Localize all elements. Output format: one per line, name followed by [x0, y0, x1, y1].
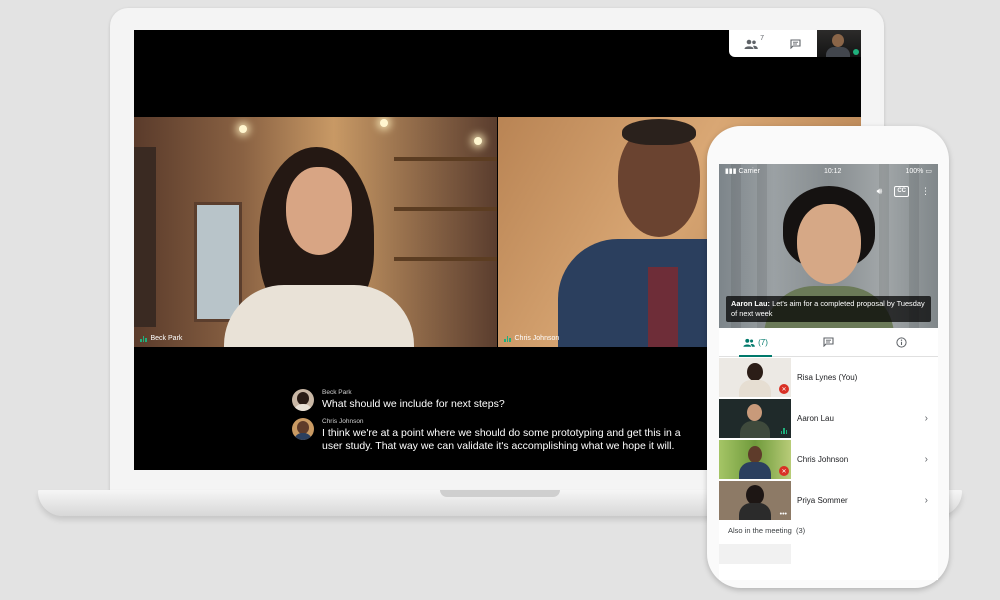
chevron-right-icon[interactable]: ›	[925, 454, 928, 465]
phone-tab-bar: (7)	[719, 328, 938, 357]
battery-label: 100% ▭	[905, 168, 932, 175]
participant-name: Risa Lynes (You)	[797, 373, 858, 382]
self-view-thumbnail[interactable]	[817, 30, 861, 57]
list-item[interactable]: ••• Priya Sommer ›	[719, 480, 938, 521]
avatar: ✕	[719, 358, 791, 397]
mic-off-icon: ✕	[779, 384, 789, 394]
video-tile-beck-park[interactable]: Beck Park	[134, 117, 497, 347]
caption-entry: Chris Johnson I think we're at a point w…	[292, 418, 682, 453]
tab-people[interactable]: (7)	[719, 328, 792, 357]
list-item[interactable]: Aaron Lau ›	[719, 398, 938, 439]
avatar	[719, 399, 791, 438]
caption-speaker: Beck Park	[322, 389, 352, 396]
chat-icon	[823, 337, 834, 347]
live-caption: Aaron Lau: Let's aim for a completed pro…	[726, 296, 931, 322]
clock: 10:12	[823, 167, 842, 175]
caption-entry: Beck Park What should we include for nex…	[292, 389, 505, 411]
list-item	[719, 544, 791, 564]
status-bar: ▮▮▮ Carrier 10:12 100% ▭	[719, 164, 938, 178]
tile-name-label: Chris Johnson	[504, 335, 559, 342]
participant-name: Chris Johnson	[797, 455, 849, 464]
people-icon	[743, 338, 755, 347]
phone-main-video[interactable]: ▮▮▮ Carrier 10:12 100% ▭ 🔊︎ CC ⋮ Aaron L…	[719, 164, 938, 328]
laptop-notch	[440, 490, 560, 497]
participant-name: Priya Sommer	[797, 496, 848, 505]
avatar	[292, 389, 314, 411]
caption-text: What should we include for next steps?	[322, 398, 505, 410]
list-item[interactable]: ✕ Risa Lynes (You)	[719, 357, 938, 398]
more-options-icon[interactable]: ⋮	[921, 186, 930, 197]
chevron-right-icon[interactable]: ›	[925, 495, 928, 506]
audio-level-icon	[140, 335, 147, 342]
people-icon	[744, 39, 758, 49]
captions-icon[interactable]: CC	[894, 186, 909, 197]
carrier-label: ▮▮▮ Carrier	[725, 168, 760, 175]
caption-speaker: Chris Johnson	[322, 418, 364, 425]
avatar: •••	[719, 481, 791, 520]
phone-frame: ▮▮▮ Carrier 10:12 100% ▭ 🔊︎ CC ⋮ Aaron L…	[707, 126, 949, 588]
also-in-meeting-header: Also in the meeting (3)	[728, 526, 806, 535]
chat-button[interactable]	[773, 30, 817, 57]
avatar	[292, 418, 314, 440]
video-controls: 🔊︎ CC ⋮	[877, 186, 930, 197]
people-button[interactable]: 7	[729, 30, 773, 57]
tab-chat[interactable]	[792, 328, 865, 356]
avatar: ✕	[719, 440, 791, 479]
audio-level-icon	[504, 335, 511, 342]
more-icon: •••	[779, 511, 787, 518]
tile-name-text: Chris Johnson	[514, 335, 560, 342]
people-count: (7)	[758, 337, 768, 347]
chevron-right-icon[interactable]: ›	[925, 413, 928, 424]
participant-name: Aaron Lau	[797, 414, 834, 423]
battery-icon: ▭	[925, 168, 932, 175]
info-icon	[896, 336, 907, 348]
tab-info[interactable]	[865, 328, 938, 356]
signal-icon: ▮▮▮	[725, 168, 737, 175]
tile-name-label: Beck Park	[140, 335, 182, 342]
participant-list: ✕ Risa Lynes (You) Aaron Lau › ✕ Chris J…	[719, 357, 938, 521]
list-item[interactable]: ✕ Chris Johnson ›	[719, 439, 938, 480]
tile-name-text: Beck Park	[150, 335, 183, 342]
caption-speaker: Aaron Lau:	[731, 299, 771, 308]
audio-level-icon	[780, 428, 787, 434]
caption-text: I think we're at a point where we should…	[322, 427, 681, 452]
chat-icon	[789, 38, 801, 49]
participant-count: 7	[760, 35, 764, 42]
phone-screen: ▮▮▮ Carrier 10:12 100% ▭ 🔊︎ CC ⋮ Aaron L…	[719, 164, 938, 580]
mic-off-icon: ✕	[779, 466, 789, 476]
top-control-panel: 7	[729, 30, 861, 57]
speaker-icon[interactable]: 🔊︎	[877, 186, 883, 197]
